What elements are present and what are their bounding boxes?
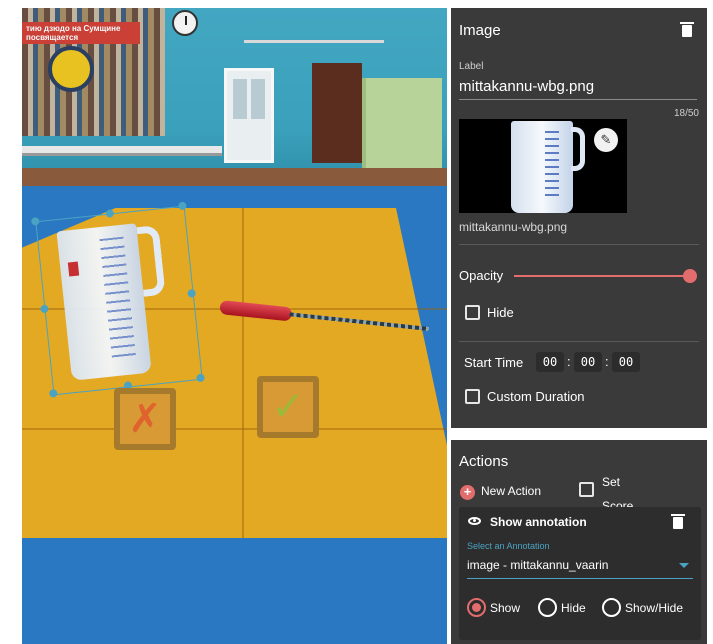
hide-checkbox[interactable] xyxy=(465,305,480,320)
opacity-slider-knob[interactable] xyxy=(683,269,697,283)
label-input[interactable]: mittakannu-wbg.png xyxy=(459,78,594,95)
opacity-slider-track[interactable] xyxy=(514,275,690,277)
custom-duration-checkbox[interactable] xyxy=(465,389,480,404)
selection-box[interactable] xyxy=(30,201,205,398)
white-door xyxy=(224,68,274,163)
bench xyxy=(22,146,222,156)
hide-label: Hide xyxy=(487,305,514,320)
start-time-hours[interactable]: 00 xyxy=(536,352,564,372)
radio-hide[interactable] xyxy=(538,598,557,617)
poster-emblem xyxy=(48,46,94,92)
chevron-down-icon[interactable] xyxy=(679,563,689,568)
start-time-seconds[interactable]: 00 xyxy=(612,352,640,372)
select-underline xyxy=(467,578,693,579)
eye-icon xyxy=(468,517,481,525)
panel-title: Image xyxy=(459,22,501,39)
delete-action-icon[interactable] xyxy=(671,514,685,529)
annotation-card-title: Show annotation xyxy=(490,515,587,529)
thumbnail-caption: mittakannu-wbg.png xyxy=(459,220,568,234)
mat-seam xyxy=(242,208,244,538)
image-properties-panel: Image Label mittakannu-wbg.png 18/50 ✎ m… xyxy=(451,8,707,428)
correct-marker-icon: ✓ xyxy=(257,376,319,438)
radio-hide-label: Hide xyxy=(561,601,586,615)
brown-door xyxy=(312,63,362,163)
opacity-label: Opacity xyxy=(459,268,504,283)
wall-poster: тию дзюдо на Сумщине посвящается xyxy=(22,8,165,136)
annotation-action-card: Show annotation Select an Annotation ima… xyxy=(459,507,701,640)
new-action-button[interactable]: New Action xyxy=(481,484,541,498)
wall-clock xyxy=(172,10,198,36)
delete-image-icon[interactable] xyxy=(680,22,694,37)
start-time-label: Start Time xyxy=(464,355,524,370)
divider xyxy=(459,341,699,342)
divider xyxy=(459,244,699,245)
annotation-select[interactable]: image - mittakannu_vaarin xyxy=(467,558,608,572)
radio-show[interactable] xyxy=(467,598,486,617)
add-action-icon[interactable]: + xyxy=(460,485,475,500)
wall-rail xyxy=(244,40,384,43)
radio-show-hide-label: Show/Hide xyxy=(625,601,684,615)
radio-show-hide[interactable] xyxy=(602,598,621,617)
start-time-minutes[interactable]: 00 xyxy=(574,352,602,372)
select-annotation-label: Select an Annotation xyxy=(467,541,550,551)
edit-pencil-icon[interactable]: ✎ xyxy=(594,128,618,152)
wrong-marker-icon: ✗ xyxy=(114,388,176,450)
actions-panel: Actions + New Action Set Score Show anno… xyxy=(451,440,707,644)
resize-handle[interactable] xyxy=(40,304,49,314)
green-cabinet xyxy=(362,78,442,178)
label-caption: Label xyxy=(459,61,484,72)
set-score-checkbox[interactable] xyxy=(579,482,594,497)
resize-handle[interactable] xyxy=(105,209,115,218)
scene-canvas[interactable]: тию дзюдо на Сумщине посвящается ✗ ✓ xyxy=(22,8,447,644)
time-separator: : xyxy=(605,354,609,369)
resize-handle[interactable] xyxy=(30,216,40,226)
char-counter: 18/50 xyxy=(673,108,699,119)
radio-show-label: Show xyxy=(490,601,521,615)
custom-duration-label: Custom Duration xyxy=(487,389,585,404)
label-underline xyxy=(459,99,697,100)
actions-title: Actions xyxy=(459,453,509,470)
time-separator: : xyxy=(567,354,571,369)
poster-banner: тию дзюдо на Сумщине посвящается xyxy=(22,22,140,44)
editor-root: тию дзюдо на Сумщине посвящается ✗ ✓ Ima… xyxy=(0,0,713,644)
mat-seam xyxy=(22,428,447,430)
